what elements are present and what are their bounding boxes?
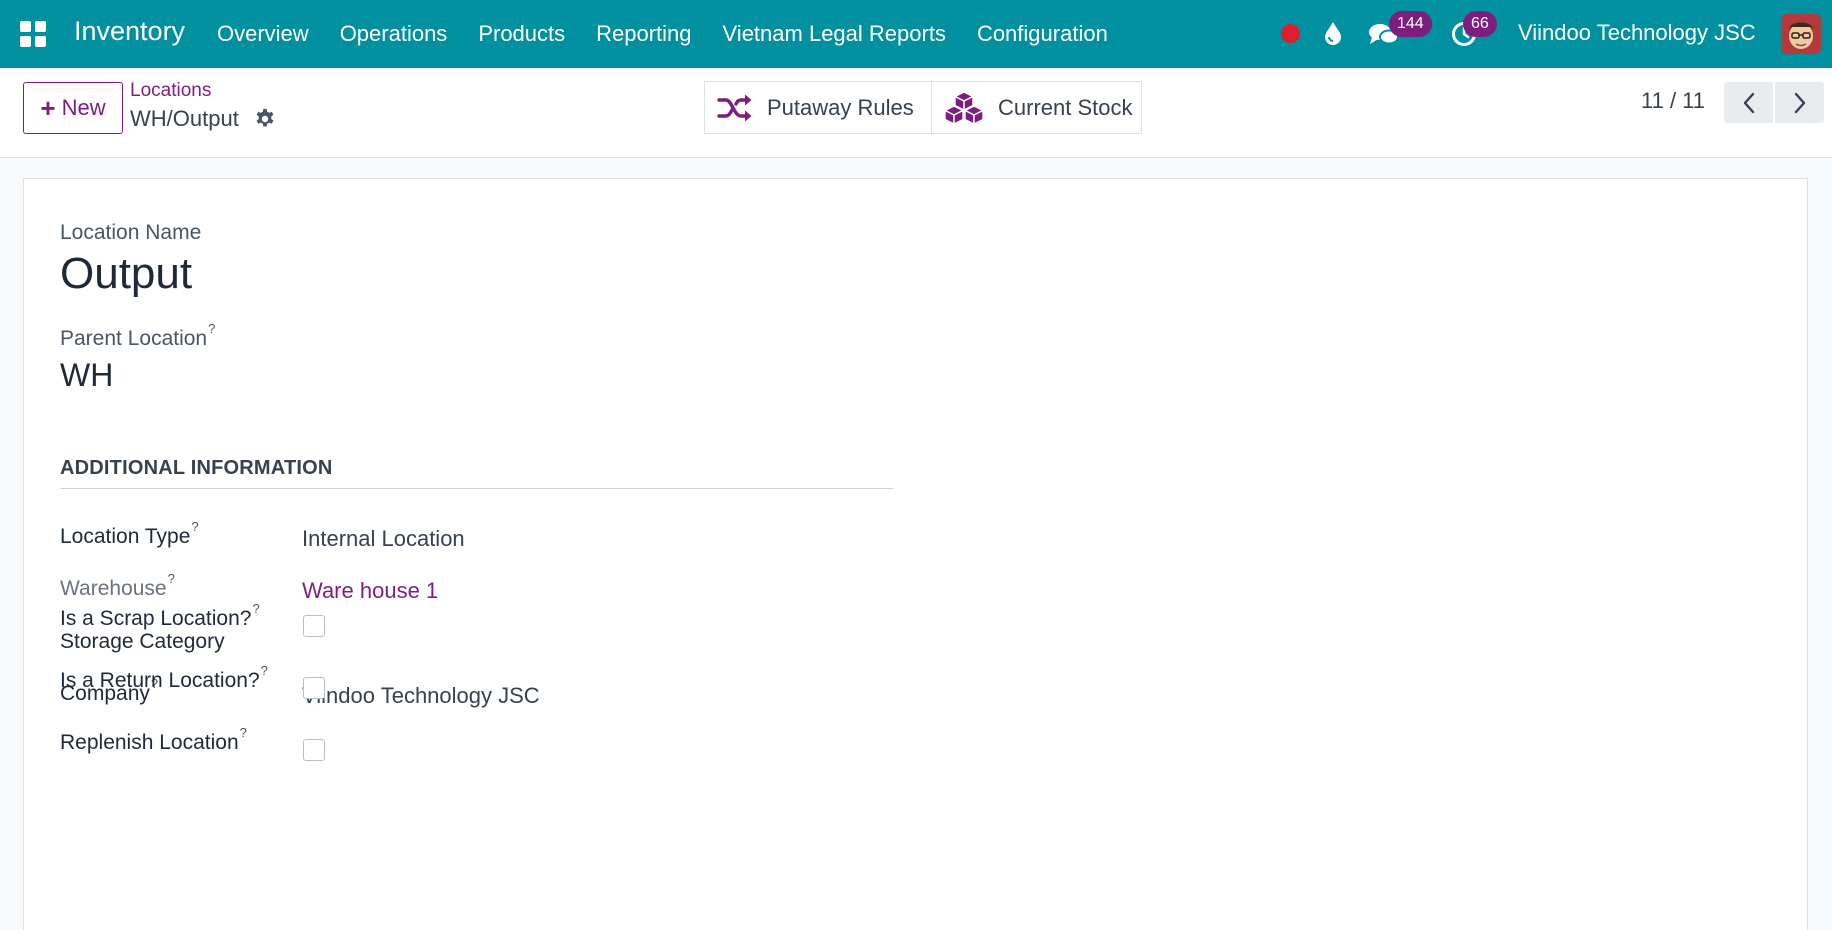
new-button-label: New [61, 95, 106, 120]
warehouse-link[interactable]: Ware house 1 [302, 578, 438, 604]
company-field[interactable]: Viindoo Technology JSC [302, 683, 540, 709]
chevron-left-icon [1743, 92, 1754, 113]
menu-overview[interactable]: Overview [217, 21, 309, 47]
app-name[interactable]: Inventory [74, 16, 185, 47]
new-button[interactable]: + New [23, 82, 123, 134]
parent-location-label-text: Parent Location [60, 327, 208, 350]
return-location-label: Is a Return Location?? [60, 663, 268, 693]
apps-menu-icon[interactable] [20, 21, 46, 47]
parent-location-label: Parent Location? [60, 321, 215, 351]
activities-count-badge: 66 [1463, 11, 1497, 37]
current-stock-label: Current Stock [998, 94, 1133, 120]
return-location-label-text: Is a Return Location? [60, 669, 260, 692]
scrap-location-label-text: Is a Scrap Location? [60, 607, 252, 630]
breadcrumb-current: WH/Output [130, 106, 239, 131]
menu-operations[interactable]: Operations [340, 21, 448, 47]
warehouse-label: Warehouse? [60, 571, 175, 601]
parent-location-field[interactable]: WH [60, 357, 113, 394]
water-drop-icon[interactable] [1322, 20, 1344, 46]
storage-category-field[interactable] [302, 630, 702, 656]
top-navbar: Inventory Overview Operations Products R… [0, 0, 1832, 68]
location-type-field[interactable]: Internal Location [302, 526, 465, 552]
return-location-checkbox[interactable] [303, 677, 325, 699]
storage-category-label: Storage Category [60, 630, 225, 653]
location-type-label: Location Type? [60, 519, 199, 549]
warehouse-label-text: Warehouse [60, 577, 167, 600]
menu-products[interactable]: Products [478, 21, 565, 47]
replenish-location-checkbox[interactable] [303, 739, 325, 761]
cubes-icon [944, 90, 984, 125]
scrap-location-checkbox[interactable] [303, 615, 325, 637]
recording-dot-icon[interactable] [1281, 24, 1300, 43]
scrap-location-label: Is a Scrap Location?? [60, 601, 260, 631]
pager-previous-button[interactable] [1724, 82, 1773, 123]
current-stock-button[interactable]: Current Stock [931, 81, 1142, 134]
location-name-field[interactable]: Output [60, 249, 192, 299]
shuffle-icon [717, 94, 752, 121]
menu-vietnam-legal-reports[interactable]: Vietnam Legal Reports [723, 21, 946, 47]
messages-count-badge: 144 [1389, 11, 1432, 37]
putaway-rules-label: Putaway Rules [767, 94, 914, 120]
gear-icon[interactable] [254, 108, 276, 130]
menu-reporting[interactable]: Reporting [596, 21, 691, 47]
breadcrumb-parent-link[interactable]: Locations [130, 80, 211, 102]
help-tooltip-icon[interactable]: ? [240, 725, 247, 740]
pager-value[interactable]: 11 / 11 [1641, 88, 1705, 114]
chevron-right-icon [1794, 92, 1805, 113]
help-tooltip-icon[interactable]: ? [261, 663, 268, 678]
replenish-location-label-text: Replenish Location [60, 731, 239, 754]
plus-icon: + [40, 93, 56, 123]
user-avatar[interactable] [1781, 14, 1821, 54]
replenish-location-label: Replenish Location? [60, 725, 247, 755]
section-additional-information: ADDITIONAL INFORMATION [60, 457, 893, 489]
location-name-label: Location Name [60, 221, 202, 244]
main-menu: Overview Operations Products Reporting V… [217, 0, 1139, 68]
pager-next-button[interactable] [1775, 82, 1824, 123]
help-tooltip-icon[interactable]: ? [191, 519, 198, 534]
putaway-rules-button[interactable]: Putaway Rules [704, 81, 932, 134]
form-sheet: Location Name Output Parent Location? WH… [23, 178, 1808, 930]
company-switcher[interactable]: Viindoo Technology JSC [1518, 20, 1756, 46]
help-tooltip-icon[interactable]: ? [252, 601, 259, 616]
control-panel: + New Locations WH/Output Putaway Rules [0, 68, 1832, 158]
location-type-label-text: Location Type [60, 525, 191, 548]
help-tooltip-icon[interactable]: ? [168, 571, 175, 586]
menu-configuration[interactable]: Configuration [977, 21, 1108, 47]
help-tooltip-icon[interactable]: ? [208, 321, 215, 336]
